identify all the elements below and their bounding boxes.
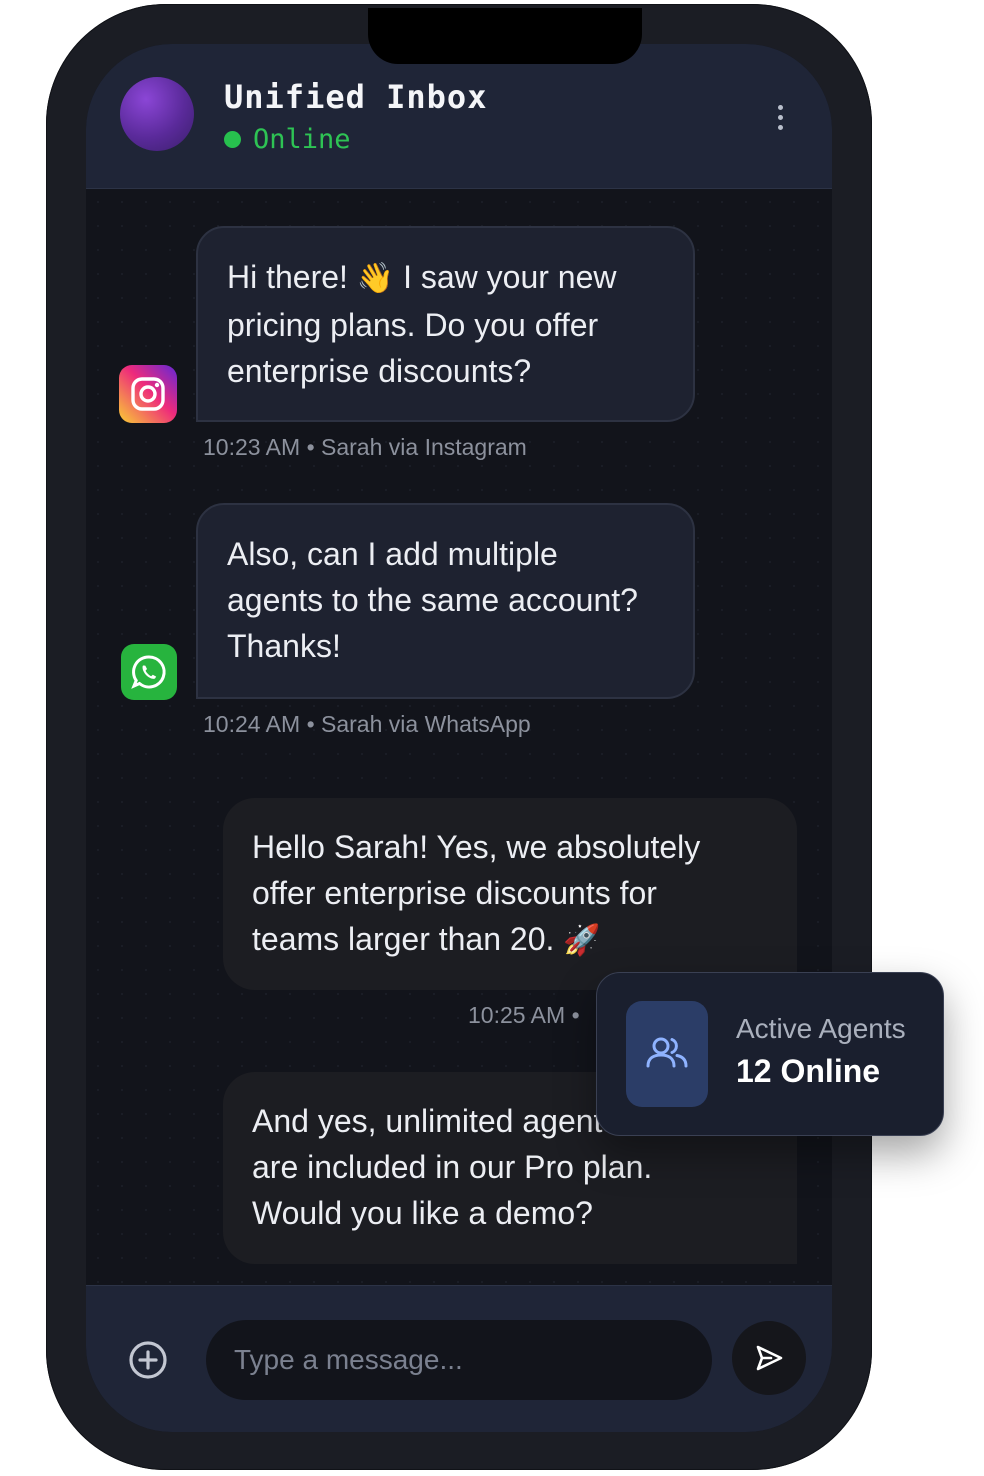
phone-screen: Unified Inbox Online Hi there! 👋 I saw y… bbox=[86, 44, 832, 1432]
message-line: teams larger than 20. 🚀 bbox=[252, 916, 768, 964]
message-line: offer enterprise discounts for bbox=[252, 875, 657, 911]
users-icon bbox=[626, 1001, 708, 1107]
page-title: Unified Inbox bbox=[224, 78, 488, 116]
message-line: Also, can I add multiple bbox=[227, 536, 558, 572]
message-line: agents to the same account? bbox=[227, 582, 638, 618]
message-line-text: teams larger than 20. bbox=[252, 921, 564, 957]
message-meta: 10:24 AM • Sarah via WhatsApp bbox=[203, 711, 531, 737]
send-icon bbox=[756, 1345, 783, 1371]
chat-header: Unified Inbox Online bbox=[86, 44, 832, 189]
attach-button[interactable] bbox=[126, 1338, 170, 1382]
phone-notch bbox=[368, 8, 642, 64]
composer-bar bbox=[86, 1285, 832, 1432]
message-line: pricing plans. Do you offer bbox=[227, 307, 599, 343]
online-dot-icon bbox=[224, 131, 241, 148]
message-meta: 10:23 AM • Sarah via Instagram bbox=[203, 434, 527, 460]
plus-circle-icon bbox=[129, 1341, 167, 1379]
message-line: enterprise discounts? bbox=[227, 353, 532, 389]
active-agents-card: Active Agents 12 Online bbox=[596, 972, 944, 1136]
agents-card-label: Active Agents bbox=[736, 1013, 906, 1044]
more-vertical-icon-dot bbox=[777, 124, 783, 130]
stage: Unified Inbox Online Hi there! 👋 I saw y… bbox=[0, 0, 984, 1476]
message-line: Hello Sarah! Yes, we absolutely bbox=[252, 829, 701, 865]
more-options-button[interactable] bbox=[766, 100, 794, 134]
status-text: Online bbox=[253, 124, 351, 155]
agents-card-value: 12 Online bbox=[736, 1053, 881, 1089]
message-line: Would you like a demo? bbox=[252, 1195, 593, 1231]
more-vertical-icon bbox=[777, 104, 783, 110]
more-vertical-icon-dot bbox=[777, 114, 783, 120]
rocket-emoji: 🚀 bbox=[563, 923, 601, 958]
message-bubble-outgoing: Hello Sarah! Yes, we absolutely offer en… bbox=[223, 798, 797, 990]
message-line: Hi there! 👋 I saw your new bbox=[227, 254, 664, 302]
message-line-text: I saw your new bbox=[394, 259, 617, 295]
whatsapp-icon bbox=[121, 644, 177, 700]
message-line: Thanks! bbox=[227, 628, 341, 664]
message-input[interactable] bbox=[206, 1320, 712, 1400]
message-line-text: Hi there! bbox=[227, 259, 357, 295]
send-button[interactable] bbox=[732, 1321, 806, 1395]
message-bubble-incoming: Hi there! 👋 I saw your new pricing plans… bbox=[196, 226, 695, 422]
message-meta: 10:25 AM • bbox=[468, 1002, 580, 1028]
instagram-icon bbox=[119, 365, 177, 423]
presence-status: Online bbox=[224, 124, 351, 155]
message-bubble-incoming: Also, can I add multiple agents to the s… bbox=[196, 503, 695, 699]
avatar[interactable] bbox=[120, 77, 194, 151]
waving-hand-emoji: 👋 bbox=[356, 261, 395, 296]
message-line: are included in our Pro plan. bbox=[252, 1149, 653, 1185]
